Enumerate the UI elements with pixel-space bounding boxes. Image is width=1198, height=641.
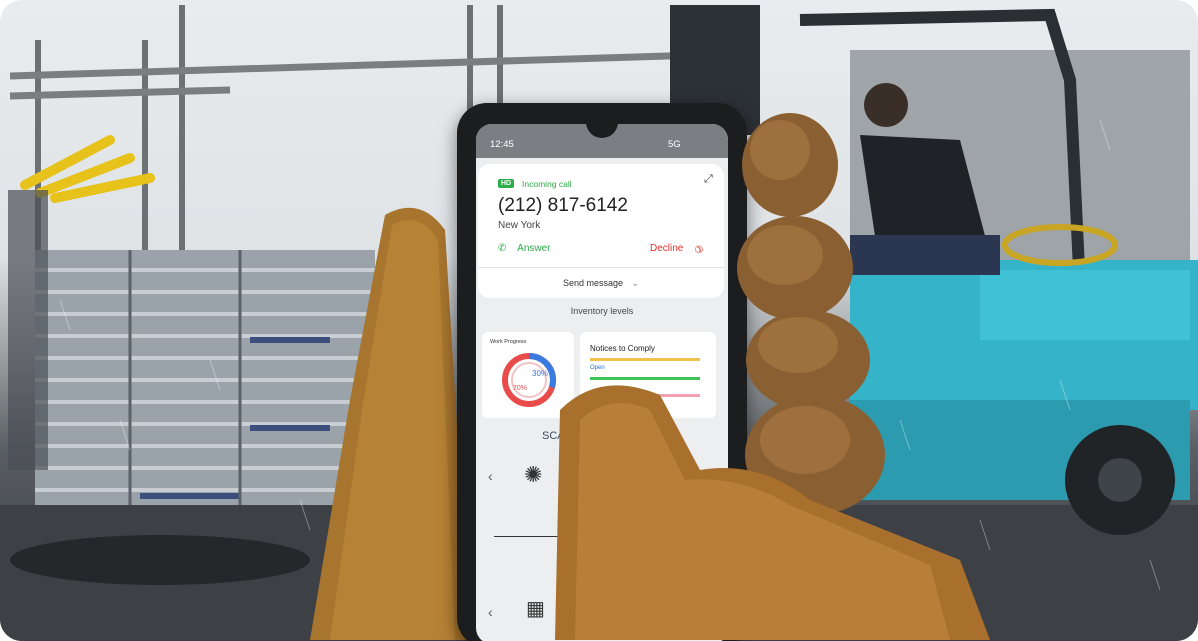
right-glove-fingers: [555, 113, 990, 640]
rainy-construction-photo: 12:45 5G HD Incoming call ⤢ (212) 817-61…: [0, 0, 1198, 641]
